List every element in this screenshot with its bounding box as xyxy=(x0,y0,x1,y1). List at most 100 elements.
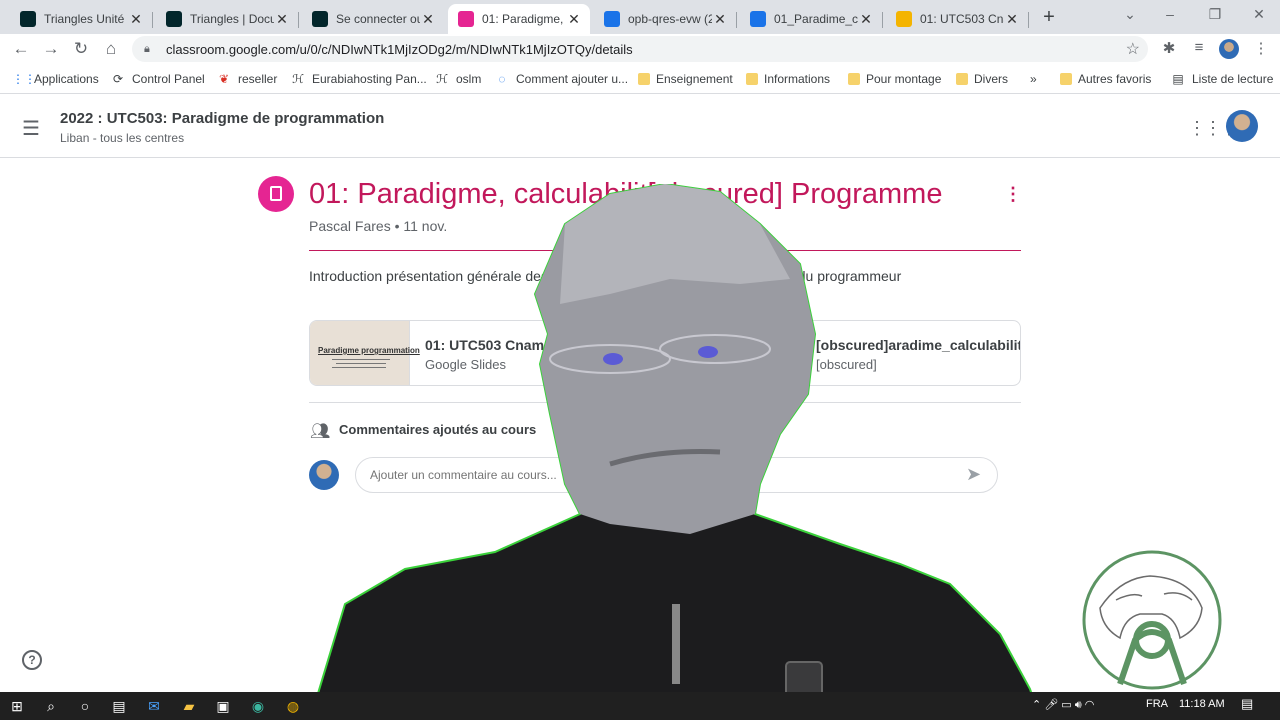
edge-icon[interactable]: ◉ xyxy=(247,696,269,716)
reseller-icon: ❦ xyxy=(218,72,230,86)
browser-toolbar: ← → ↻ ⌂ 🔒︎ classroom.google.com/u/0/c/ND… xyxy=(0,34,1280,64)
close-tab-icon[interactable]: ✕ xyxy=(274,11,290,28)
store-icon[interactable]: ▣ xyxy=(212,696,234,716)
search-icon[interactable]: ⌕ xyxy=(40,696,62,716)
hosting-icon: ℋ xyxy=(436,72,448,86)
apps-grid-icon: ⋮⋮ xyxy=(12,72,36,86)
url-text: classroom.google.com/u/0/c/NDIwNTk1MjIzO… xyxy=(166,41,633,57)
drive-icon xyxy=(750,11,766,27)
bookmark-label: Autres favoris xyxy=(1078,72,1152,86)
bookmark-label: Enseignement xyxy=(656,72,733,86)
tab-title: 01: Paradigme, ca xyxy=(482,12,566,26)
bookmark-item[interactable]: Divers xyxy=(956,70,1008,88)
browser-tab[interactable]: 01_Paradime_cal✕ xyxy=(740,4,883,34)
browser-tab[interactable]: opb-qres-evw (2 ✕ xyxy=(594,4,737,34)
course-title[interactable]: 2022 : UTC503: Paradigme de programmatio… xyxy=(60,110,384,127)
home-icon[interactable]: ⌂ xyxy=(100,38,122,60)
refresh-icon: ◌ xyxy=(498,72,506,86)
bookmark-label: Liste de lecture xyxy=(1192,72,1274,86)
language-indicator[interactable]: FRA xyxy=(1146,698,1168,710)
forward-icon[interactable]: → xyxy=(40,38,62,60)
close-tab-icon[interactable]: ✕ xyxy=(420,11,436,28)
close-tab-icon[interactable]: ✕ xyxy=(1004,11,1020,28)
bookmark-item[interactable]: Pour montage xyxy=(848,70,941,88)
extensions-icon[interactable]: ✱ xyxy=(1159,39,1179,59)
bookmark-label: reseller xyxy=(238,72,278,86)
browser-tab-strip: Triangles Unité | ✕Triangles | Docum✕Se … xyxy=(0,0,1280,34)
back-icon[interactable]: ← xyxy=(10,38,32,60)
close-tab-icon[interactable]: ✕ xyxy=(566,11,582,28)
bookmark-label: Pour montage xyxy=(866,72,942,86)
profile-avatar[interactable] xyxy=(1219,39,1239,59)
address-bar[interactable]: 🔒︎ classroom.google.com/u/0/c/NDIwNTk1Mj… xyxy=(132,36,1148,62)
bookmark-item[interactable]: Enseignement xyxy=(638,70,733,88)
material-book-icon xyxy=(258,176,294,212)
classroom-material-icon xyxy=(458,11,474,27)
drive-icon xyxy=(604,11,620,27)
mail-icon[interactable]: ✉ xyxy=(143,696,165,716)
tab-title: opb-qres-evw (2 xyxy=(628,12,712,26)
bookmark-item[interactable]: ❦ reseller xyxy=(216,70,277,88)
bookmark-item[interactable]: ⟳ Control Panel xyxy=(110,70,205,88)
bookmarks-overflow-button[interactable]: » xyxy=(1030,70,1037,88)
folder-icon xyxy=(956,73,968,85)
bookmark-item[interactable]: ℋoslm xyxy=(434,70,481,88)
windows-taskbar: ⊞ ⌕ ○ ▤ ✉ ▰ ▣ ◉ ◍ ⌃ 🎤︎ ▭ 🔊︎ ◠ FRA 11:18 … xyxy=(0,692,1280,720)
tab-search-icon[interactable]: ⌄ xyxy=(1118,6,1142,26)
minimize-button[interactable]: – xyxy=(1158,6,1182,26)
bookmark-item[interactable]: Autres favoris xyxy=(1060,70,1151,88)
help-icon[interactable]: ? xyxy=(22,650,42,670)
menu-kebab-icon[interactable]: ⋮ xyxy=(1251,39,1271,59)
bookmark-star-icon[interactable]: ☆ xyxy=(1126,39,1140,59)
bookmark-label: oslm xyxy=(456,72,482,86)
browser-tab[interactable]: Se connecter ou s✕ xyxy=(302,4,444,34)
chrome-icon[interactable]: ◍ xyxy=(282,696,304,716)
folder-icon xyxy=(848,73,860,85)
browser-tab[interactable]: 01: UTC503 Cnam✕ xyxy=(886,4,1029,34)
bookmark-label: Divers xyxy=(974,72,1009,86)
close-window-button[interactable]: ✕ xyxy=(1247,6,1271,26)
close-tab-icon[interactable]: ✕ xyxy=(128,11,144,28)
restore-button[interactable]: ❐ xyxy=(1203,6,1227,26)
bookmarks-bar: ⋮⋮ Applications ⟳ Control Panel ❦ reseller ℋ Eu… xyxy=(0,64,1280,94)
notifications-icon[interactable]: ▤ xyxy=(1241,696,1253,712)
clock[interactable]: 11:18 AM xyxy=(1179,698,1225,710)
cortana-icon[interactable]: ○ xyxy=(74,696,96,716)
bookmark-label: Comment ajouter u... xyxy=(516,72,629,86)
bookmark-label: Eurabiahosting Pan... xyxy=(312,72,427,86)
windows-start-icon[interactable]: ⊞ xyxy=(6,696,28,716)
reload-icon[interactable]: ↻ xyxy=(70,38,92,60)
bookmark-item[interactable]: ▤ Liste de lecture xyxy=(1170,70,1273,88)
new-tab-button[interactable]: + xyxy=(1038,6,1060,28)
bookmark-label: Applications xyxy=(34,72,99,86)
browser-tab[interactable]: 01: Paradigme, ca✕ xyxy=(448,4,590,34)
media-queue-icon[interactable]: ≡ xyxy=(1189,39,1209,59)
tab-title: Triangles | Docum xyxy=(190,12,274,26)
tab-title: 01: UTC503 Cnam xyxy=(920,12,1004,26)
bookmark-label: » xyxy=(1030,72,1037,86)
tray-icons[interactable]: ⌃ 🎤︎ ▭ 🔊︎ ◠ xyxy=(1032,698,1094,712)
account-avatar[interactable] xyxy=(1226,110,1258,142)
tab-title: 01_Paradime_cal xyxy=(774,12,858,26)
browser-tab[interactable]: Triangles | Docum✕ xyxy=(156,4,299,34)
folder-icon xyxy=(638,73,650,85)
watermark-logo xyxy=(1082,550,1222,690)
browser-tab[interactable]: Triangles Unité | ✕ xyxy=(10,4,153,34)
task-view-icon[interactable]: ▤ xyxy=(108,696,130,716)
bookmark-label: Control Panel xyxy=(132,72,205,86)
edx-icon xyxy=(20,11,36,27)
folder-icon xyxy=(746,73,758,85)
bookmark-item[interactable]: ⋮⋮ Applications xyxy=(12,70,99,88)
bookmark-item[interactable]: Informations xyxy=(746,70,830,88)
hamburger-menu-icon[interactable]: ☰ xyxy=(22,116,40,141)
close-tab-icon[interactable]: ✕ xyxy=(712,11,728,28)
lock-icon: 🔒︎ xyxy=(144,42,150,55)
file-explorer-icon[interactable]: ▰ xyxy=(178,696,200,716)
bookmark-label: Informations xyxy=(764,72,831,86)
close-tab-icon[interactable]: ✕ xyxy=(858,11,874,28)
slides-icon xyxy=(896,11,912,27)
classroom-header: ☰ 2022 : UTC503: Paradigme de programmat… xyxy=(0,96,1280,158)
reading-list-icon: ▤ xyxy=(1172,72,1184,86)
bookmark-item[interactable]: ◌ Comment ajouter u... xyxy=(494,70,628,88)
bookmark-item[interactable]: ℋ Eurabiahosting Pan... xyxy=(290,70,427,88)
